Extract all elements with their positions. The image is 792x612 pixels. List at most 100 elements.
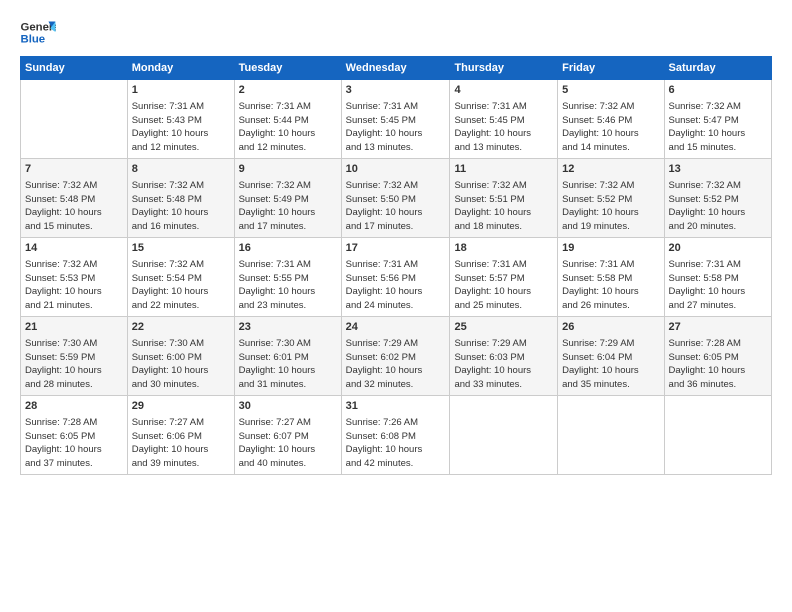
day-info-line: Sunrise: 7:32 AM [562,179,659,193]
week-row-1: 1Sunrise: 7:31 AMSunset: 5:43 PMDaylight… [21,80,772,159]
day-info-line: Daylight: 10 hours [132,127,230,141]
day-info-line: Sunrise: 7:28 AM [669,337,767,351]
day-info-line: and 15 minutes. [25,220,123,234]
day-info-line: Daylight: 10 hours [454,206,553,220]
day-info-line: Daylight: 10 hours [562,364,659,378]
day-info-line: and 12 minutes. [239,141,337,155]
day-info-line: Sunrise: 7:32 AM [669,100,767,114]
day-number: 11 [454,162,553,178]
day-info-line: Sunset: 5:55 PM [239,272,337,286]
day-info-line: Sunset: 6:05 PM [669,351,767,365]
calendar-cell: 1Sunrise: 7:31 AMSunset: 5:43 PMDaylight… [127,80,234,159]
day-info-line: Sunrise: 7:32 AM [562,100,659,114]
day-info-line: Sunrise: 7:32 AM [454,179,553,193]
calendar-cell [21,80,128,159]
day-info-line: Sunset: 6:04 PM [562,351,659,365]
day-info-line: Sunset: 5:56 PM [346,272,446,286]
day-info-line: Daylight: 10 hours [132,443,230,457]
day-info-line: Sunrise: 7:32 AM [132,179,230,193]
day-info-line: Sunset: 5:47 PM [669,114,767,128]
day-info-line: and 36 minutes. [669,378,767,392]
calendar-cell: 7Sunrise: 7:32 AMSunset: 5:48 PMDaylight… [21,159,128,238]
day-info-line: Daylight: 10 hours [454,285,553,299]
day-info-line: Sunrise: 7:31 AM [454,100,553,114]
day-info-line: and 40 minutes. [239,457,337,471]
day-info-line: Sunset: 6:02 PM [346,351,446,365]
day-info-line: Sunset: 6:08 PM [346,430,446,444]
calendar-cell: 4Sunrise: 7:31 AMSunset: 5:45 PMDaylight… [450,80,558,159]
calendar-cell: 5Sunrise: 7:32 AMSunset: 5:46 PMDaylight… [558,80,664,159]
day-number: 20 [669,241,767,257]
weekday-wednesday: Wednesday [341,57,450,80]
calendar-cell: 8Sunrise: 7:32 AMSunset: 5:48 PMDaylight… [127,159,234,238]
day-info-line: Daylight: 10 hours [346,285,446,299]
day-info-line: Sunset: 5:45 PM [454,114,553,128]
day-info-line: Sunrise: 7:31 AM [346,100,446,114]
day-info-line: Daylight: 10 hours [239,206,337,220]
calendar-cell: 15Sunrise: 7:32 AMSunset: 5:54 PMDayligh… [127,238,234,317]
day-info-line: and 30 minutes. [132,378,230,392]
calendar-cell: 20Sunrise: 7:31 AMSunset: 5:58 PMDayligh… [664,238,771,317]
day-info-line: and 25 minutes. [454,299,553,313]
week-row-4: 21Sunrise: 7:30 AMSunset: 5:59 PMDayligh… [21,317,772,396]
day-info-line: Sunset: 5:46 PM [562,114,659,128]
day-number: 1 [132,83,230,99]
day-info-line: and 16 minutes. [132,220,230,234]
day-info-line: and 32 minutes. [346,378,446,392]
day-info-line: and 20 minutes. [669,220,767,234]
day-info-line: Sunrise: 7:31 AM [132,100,230,114]
calendar-cell: 14Sunrise: 7:32 AMSunset: 5:53 PMDayligh… [21,238,128,317]
day-info-line: and 31 minutes. [239,378,337,392]
day-info-line: Sunrise: 7:30 AM [239,337,337,351]
day-info-line: Daylight: 10 hours [25,206,123,220]
calendar-cell: 23Sunrise: 7:30 AMSunset: 6:01 PMDayligh… [234,317,341,396]
day-number: 29 [132,399,230,415]
weekday-tuesday: Tuesday [234,57,341,80]
day-info-line: and 27 minutes. [669,299,767,313]
day-number: 24 [346,320,446,336]
day-info-line: Daylight: 10 hours [239,443,337,457]
day-info-line: Daylight: 10 hours [562,285,659,299]
day-info-line: Sunset: 5:49 PM [239,193,337,207]
day-info-line: and 12 minutes. [132,141,230,155]
day-info-line: Sunset: 5:44 PM [239,114,337,128]
day-info-line: and 15 minutes. [669,141,767,155]
calendar-cell [664,396,771,475]
day-info-line: and 17 minutes. [239,220,337,234]
day-info-line: Sunset: 5:59 PM [25,351,123,365]
day-number: 18 [454,241,553,257]
day-info-line: Daylight: 10 hours [669,285,767,299]
day-info-line: and 24 minutes. [346,299,446,313]
day-info-line: Daylight: 10 hours [239,285,337,299]
day-info-line: Sunrise: 7:27 AM [132,416,230,430]
week-row-2: 7Sunrise: 7:32 AMSunset: 5:48 PMDaylight… [21,159,772,238]
day-info-line: Sunrise: 7:27 AM [239,416,337,430]
day-info-line: Daylight: 10 hours [25,285,123,299]
day-info-line: Sunset: 6:00 PM [132,351,230,365]
calendar-cell: 28Sunrise: 7:28 AMSunset: 6:05 PMDayligh… [21,396,128,475]
day-info-line: Sunrise: 7:32 AM [25,258,123,272]
day-info-line: Sunrise: 7:32 AM [346,179,446,193]
day-info-line: Sunrise: 7:32 AM [669,179,767,193]
calendar-cell: 19Sunrise: 7:31 AMSunset: 5:58 PMDayligh… [558,238,664,317]
calendar-cell: 26Sunrise: 7:29 AMSunset: 6:04 PMDayligh… [558,317,664,396]
calendar-cell: 3Sunrise: 7:31 AMSunset: 5:45 PMDaylight… [341,80,450,159]
day-info-line: Daylight: 10 hours [562,206,659,220]
day-info-line: Sunset: 5:50 PM [346,193,446,207]
day-info-line: Sunrise: 7:32 AM [239,179,337,193]
day-number: 5 [562,83,659,99]
day-number: 19 [562,241,659,257]
day-info-line: Sunset: 6:07 PM [239,430,337,444]
day-number: 30 [239,399,337,415]
calendar-cell: 18Sunrise: 7:31 AMSunset: 5:57 PMDayligh… [450,238,558,317]
day-info-line: Sunrise: 7:29 AM [346,337,446,351]
day-info-line: Sunset: 5:53 PM [25,272,123,286]
day-number: 23 [239,320,337,336]
day-number: 31 [346,399,446,415]
day-info-line: and 22 minutes. [132,299,230,313]
day-info-line: Sunset: 5:58 PM [669,272,767,286]
day-info-line: and 21 minutes. [25,299,123,313]
day-number: 14 [25,241,123,257]
calendar-cell: 25Sunrise: 7:29 AMSunset: 6:03 PMDayligh… [450,317,558,396]
day-info-line: Sunrise: 7:30 AM [25,337,123,351]
